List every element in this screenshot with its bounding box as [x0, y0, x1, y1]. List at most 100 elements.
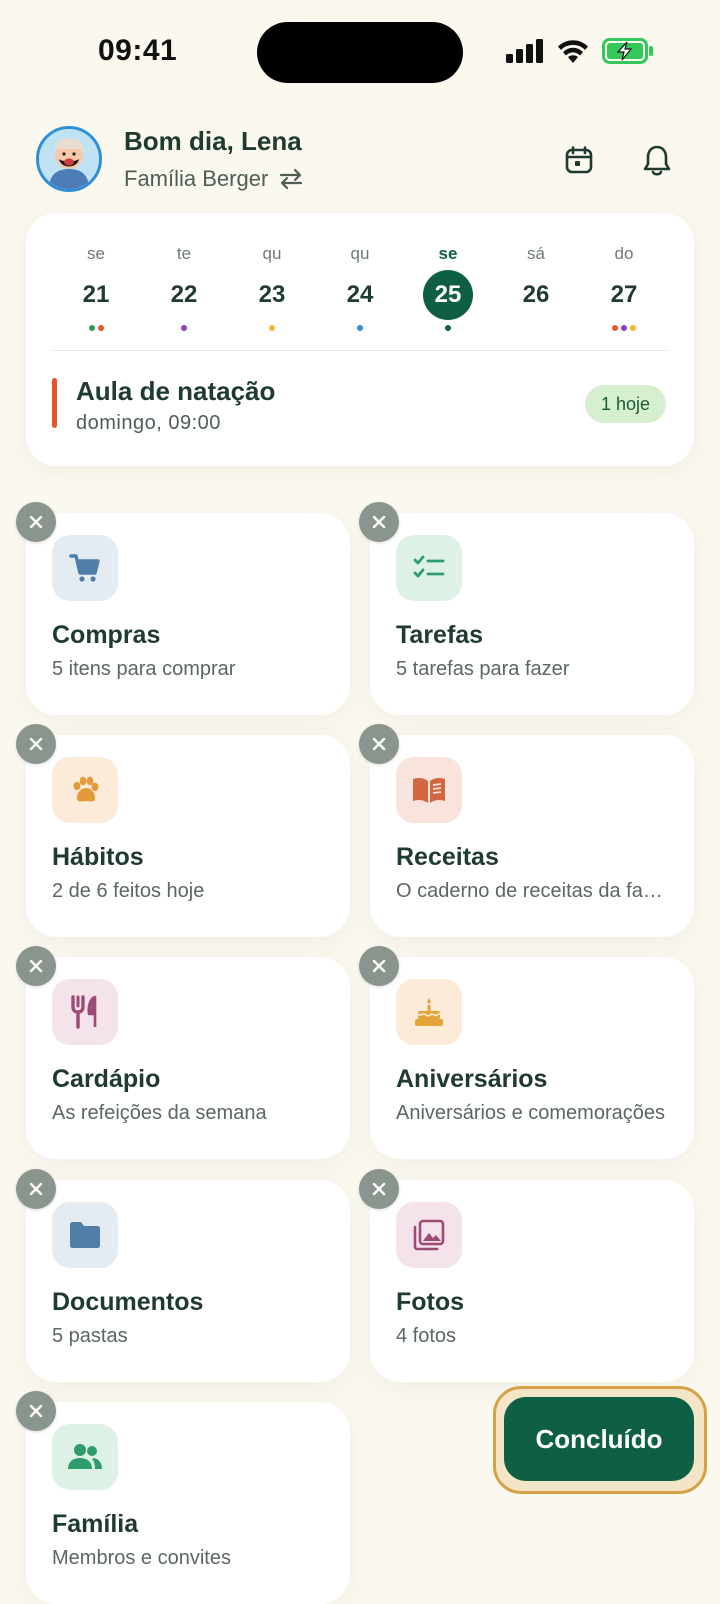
cutlery-icon [71, 995, 97, 1029]
day-cell[interactable]: do 27 [594, 240, 654, 331]
widget-icon-badge [52, 1202, 118, 1268]
wifi-icon [558, 40, 588, 63]
widget-icon-badge [52, 757, 118, 823]
event-dot [181, 325, 187, 331]
widget-aniversarios[interactable]: Aniversários Aniversários e comemorações [370, 957, 694, 1159]
week-strip: se 21 te 22 qu 23 qu 24 se 25 sá 26 do 2… [52, 240, 668, 340]
bell-icon [643, 145, 671, 176]
widget-compras[interactable]: Compras 5 itens para comprar [26, 513, 350, 715]
day-cell-selected[interactable]: se 25 [418, 240, 478, 331]
day-of-week: qu [262, 244, 282, 263]
widget-subtitle: 5 itens para comprar [52, 658, 236, 680]
widget-familia[interactable]: Família Membros e convites [26, 1402, 350, 1604]
day-of-week: se [87, 244, 105, 263]
widget-cardapio[interactable]: Cardápio As refeições da semana [26, 957, 350, 1159]
day-of-week: te [176, 244, 192, 263]
done-button[interactable]: Concluído [504, 1397, 694, 1481]
day-cell[interactable]: qu 23 [242, 240, 302, 331]
day-number: 25 [423, 270, 473, 320]
widget-title: Compras [52, 621, 161, 649]
day-cell[interactable]: sá 26 [506, 240, 566, 331]
widget-subtitle: 5 tarefas para fazer [396, 658, 570, 680]
widget-subtitle: 4 fotos [396, 1325, 457, 1347]
checklist-icon [413, 555, 445, 578]
widget-icon-badge [396, 1202, 462, 1268]
remove-widget-button[interactable] [16, 724, 56, 764]
status-icons [506, 38, 654, 64]
cellular-signal-icon [506, 39, 543, 63]
event-dot [88, 325, 95, 331]
notifications-button[interactable] [637, 140, 677, 180]
widget-subtitle: As refeições da semana [52, 1102, 267, 1124]
remove-widget-button[interactable] [16, 502, 56, 542]
widget-title: Documentos [52, 1288, 204, 1316]
event-title[interactable]: Aula de natação [76, 376, 275, 407]
event-dot [612, 325, 618, 331]
close-icon [372, 959, 386, 973]
widget-fotos[interactable]: Fotos 4 fotos [370, 1180, 694, 1382]
battery-charging-icon [602, 38, 653, 64]
event-dot [269, 325, 275, 331]
event-dots [66, 325, 126, 331]
event-dots [418, 325, 478, 331]
folder-icon [70, 1222, 100, 1248]
widget-icon-badge [52, 1424, 118, 1490]
day-cell[interactable]: te 22 [154, 240, 214, 331]
widget-icon-badge [52, 535, 118, 601]
event-dot [445, 325, 451, 331]
day-number: 26 [522, 281, 550, 308]
event-dots [330, 325, 390, 331]
widget-documentos[interactable]: Documentos 5 pastas [26, 1180, 350, 1382]
day-number: 23 [258, 281, 286, 308]
widget-title: Aniversários [396, 1065, 548, 1093]
calendar-icon [565, 146, 593, 174]
day-of-week: se [438, 244, 458, 263]
close-icon [29, 1404, 43, 1418]
day-of-week: sá [527, 244, 545, 263]
event-dots [506, 325, 566, 331]
day-number: 22 [170, 281, 198, 308]
day-of-week: do [614, 244, 634, 263]
close-icon [29, 515, 43, 529]
calendar-button[interactable] [559, 140, 599, 180]
cake-icon [415, 998, 443, 1026]
remove-widget-button[interactable] [16, 1169, 56, 1209]
event-dot [357, 325, 363, 331]
widget-title: Receitas [396, 843, 499, 871]
widget-habitos[interactable]: Hábitos 2 de 6 feitos hoje [26, 735, 350, 937]
widget-icon-badge [396, 757, 462, 823]
status-time: 09:41 [98, 34, 178, 67]
cart-icon [69, 554, 100, 582]
day-number: 27 [610, 281, 638, 308]
day-cell[interactable]: se 21 [66, 240, 126, 331]
widget-title: Tarefas [396, 621, 484, 649]
divider [52, 350, 668, 351]
remove-widget-button[interactable] [16, 1391, 56, 1431]
remove-widget-button[interactable] [16, 946, 56, 986]
widget-title: Hábitos [52, 843, 144, 871]
family-switcher[interactable]: Família Berger [124, 166, 304, 192]
greeting-title: Bom dia, Lena [124, 126, 302, 156]
widget-title: Cardápio [52, 1065, 161, 1093]
book-icon [413, 777, 445, 803]
paw-icon [73, 776, 99, 802]
widget-subtitle: Membros e convites [52, 1547, 231, 1569]
day-number: 24 [346, 281, 374, 308]
widget-icon-badge [52, 979, 118, 1045]
people-icon [68, 1444, 102, 1469]
widget-tarefas[interactable]: Tarefas 5 tarefas para fazer [370, 513, 694, 715]
remove-widget-button[interactable] [359, 502, 399, 542]
widget-icon-badge [396, 979, 462, 1045]
widget-subtitle: 2 de 6 feitos hoje [52, 880, 205, 902]
event-dot [621, 325, 627, 331]
remove-widget-button[interactable] [359, 946, 399, 986]
event-count-badge: 1 hoje [585, 385, 667, 423]
day-cell[interactable]: qu 24 [330, 240, 390, 331]
remove-widget-button[interactable] [359, 1169, 399, 1209]
dynamic-island [257, 22, 463, 83]
remove-widget-button[interactable] [359, 724, 399, 764]
photos-icon [413, 1219, 445, 1251]
event-dot [97, 325, 104, 331]
widget-receitas[interactable]: Receitas O caderno de receitas da famíli… [370, 735, 694, 937]
avatar[interactable] [36, 126, 102, 192]
